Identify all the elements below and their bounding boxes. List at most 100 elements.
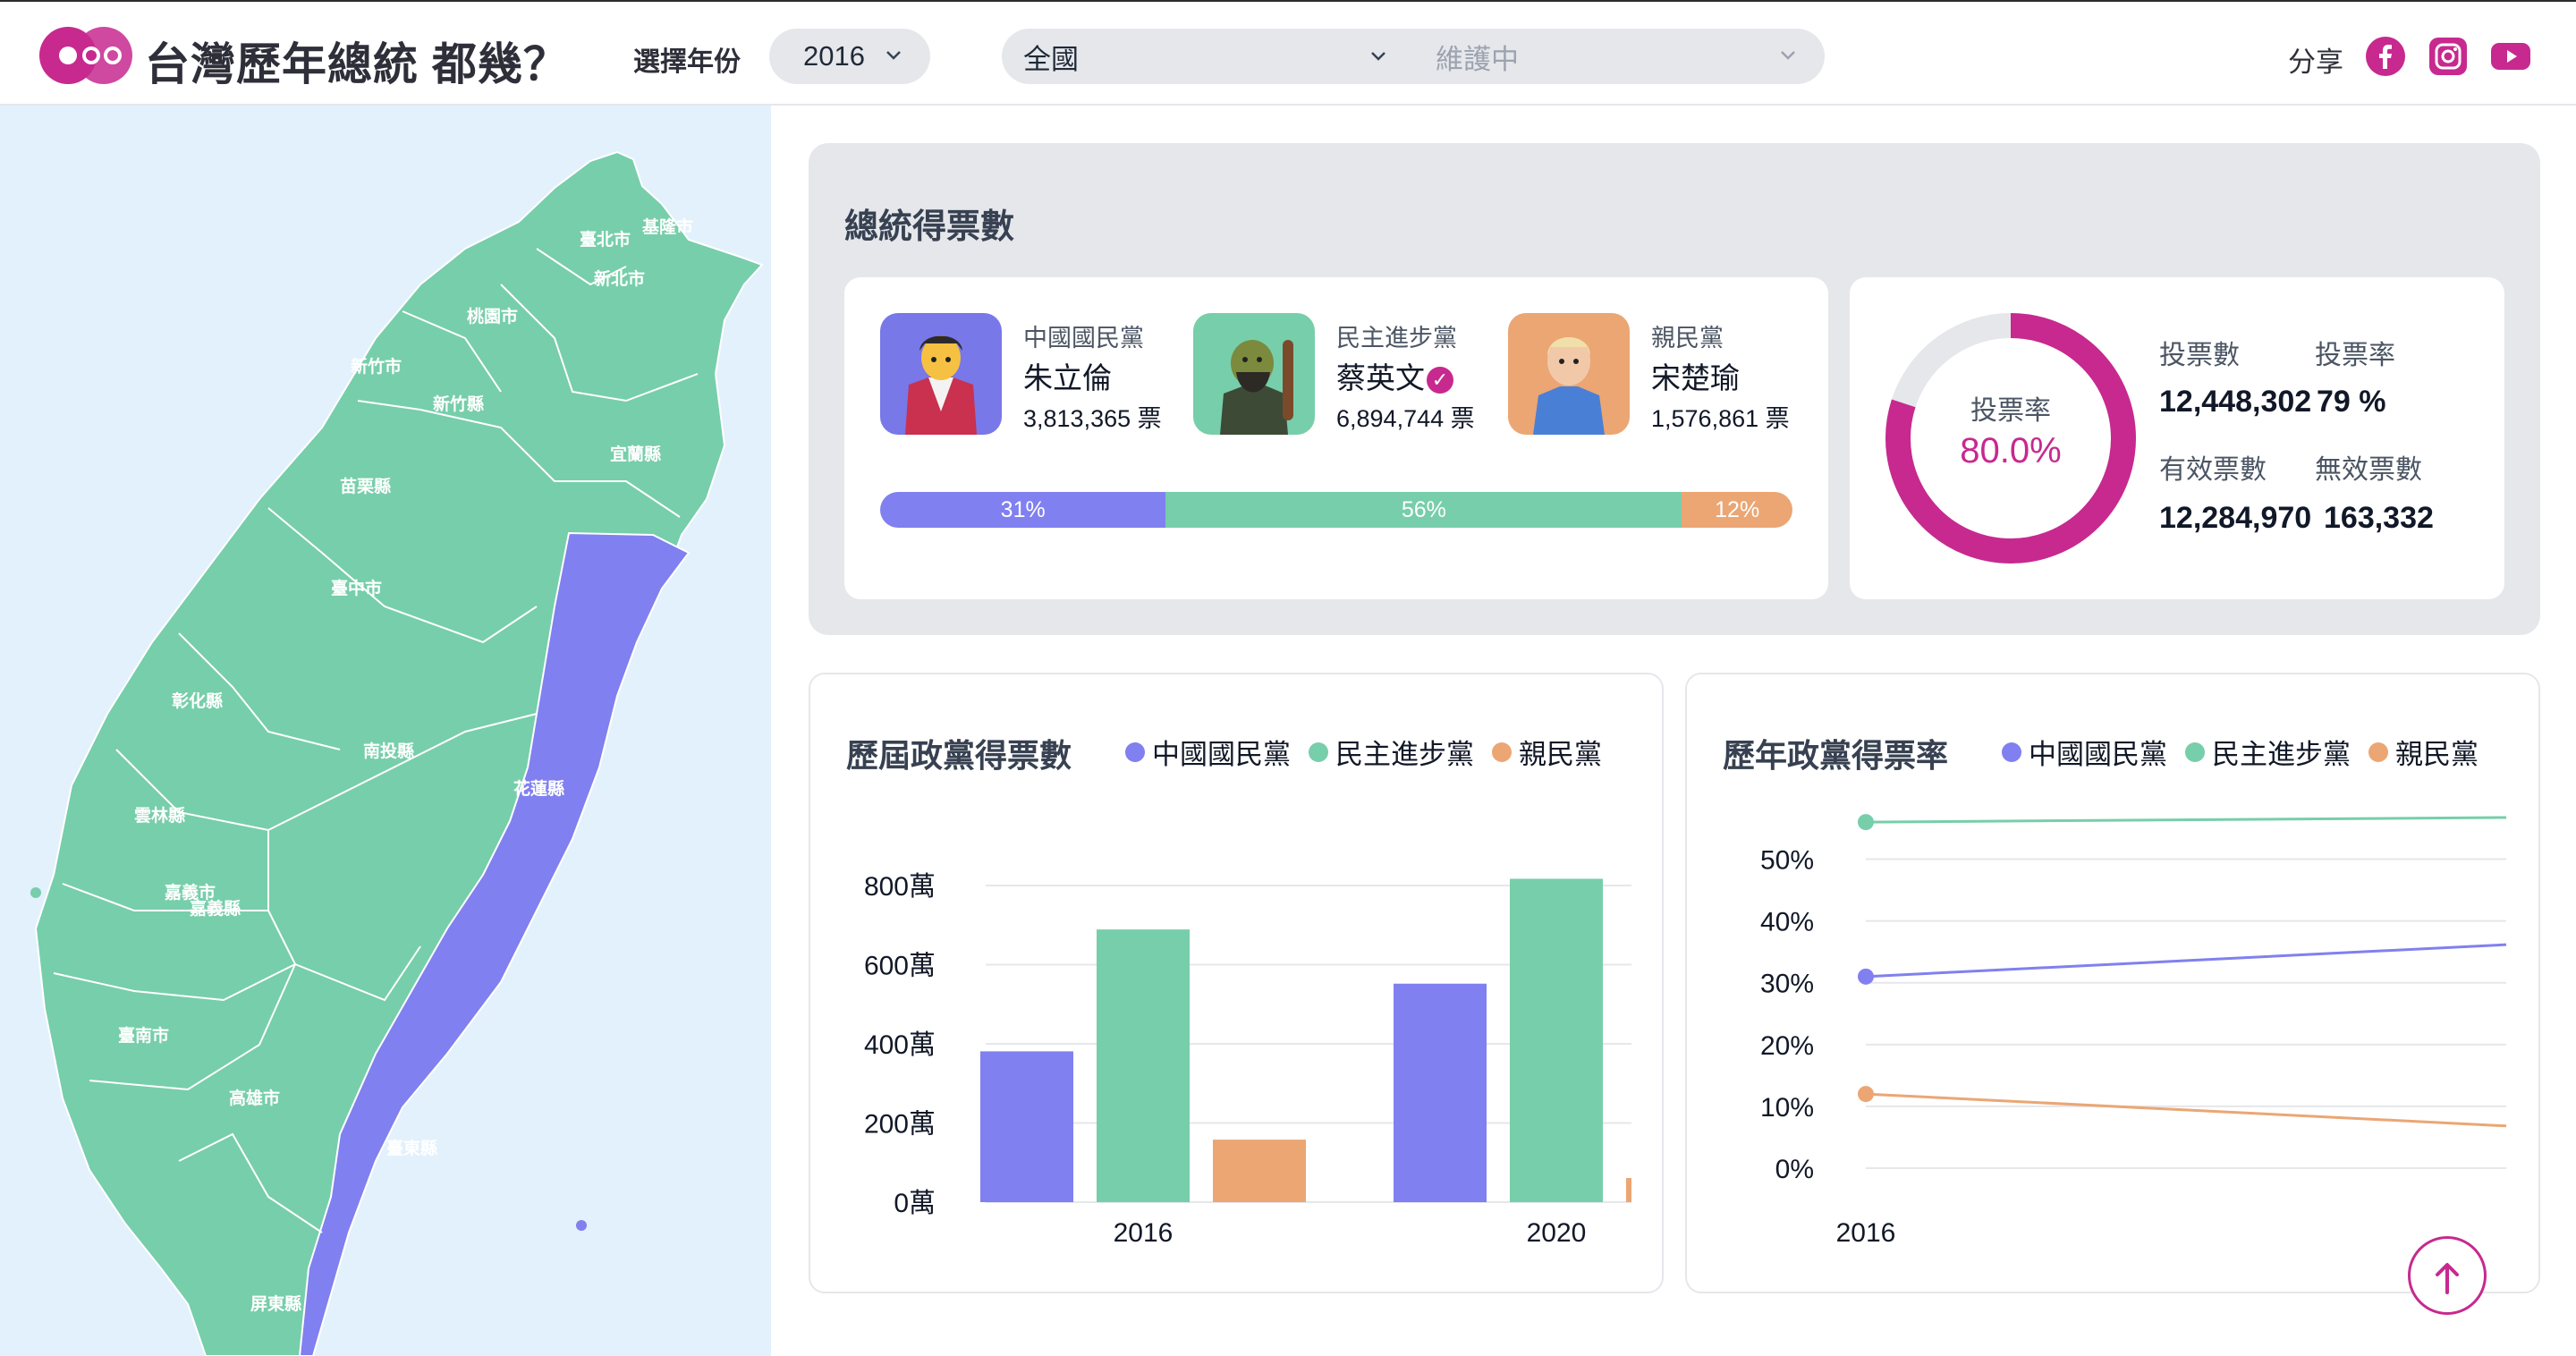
candidate-avatar [1508, 313, 1630, 435]
map-label: 高雄市 [229, 1088, 280, 1108]
subregion-select-placeholder[interactable]: 維護中 [1436, 37, 1519, 77]
map-label: 基隆市 [641, 216, 693, 237]
site-title: 台灣歷年總統 都幾？ [145, 39, 569, 89]
y-tick-label: 0% [1775, 1155, 1814, 1184]
map-label: 南投縣 [363, 741, 414, 761]
bar [1626, 1178, 1631, 1202]
year-select[interactable]: 2016 [769, 29, 930, 84]
bar [1510, 878, 1603, 1202]
vote-share-segment: 31% [880, 492, 1166, 528]
y-tick-label: 400萬 [864, 1030, 936, 1060]
facebook-icon[interactable] [2365, 36, 2406, 77]
map-label: 新北市 [594, 268, 645, 289]
candidate-avatar [880, 313, 1002, 435]
turnout-donut-label: 投票率 [1970, 396, 2051, 426]
candidate-card[interactable]: 親民黨 宋楚瑜 1,576,861 票 [1508, 313, 1821, 438]
candidate-party: 中國國民黨 [1023, 325, 1144, 352]
map-label: 臺北市 [580, 229, 631, 250]
candidate-avatar [1193, 313, 1315, 435]
winner-check-icon: ✓ [1427, 367, 1453, 394]
map-label: 新竹市 [351, 356, 402, 377]
year-label: 選擇年份 [633, 47, 741, 77]
summary-panel: 總統得票數 中國國民黨 朱立倫 3,813,365 票 民主進步黨 蔡英文 ✓ … [809, 143, 2540, 635]
chevron-down-icon [1371, 52, 1385, 61]
taiwan-map: 基隆市 臺北市 新北市 桃園市 新竹市 新竹縣 宜蘭縣 苗栗縣 臺中市 彰化縣 … [0, 106, 771, 1356]
header: 台灣歷年總統 都幾？ 選擇年份 2016 全國 維護中 分享 [0, 0, 2576, 106]
share-label: 分享 [2288, 47, 2343, 78]
bar [1213, 1140, 1306, 1202]
map-label: 苗栗縣 [340, 477, 391, 496]
site-logo[interactable] [38, 25, 134, 86]
scroll-to-top-button[interactable] [2408, 1236, 2487, 1315]
map-label: 桃園市 [467, 306, 518, 326]
candidate-name: 宋楚瑜 [1651, 361, 1740, 394]
turnout-rate-value: 79 % [2317, 385, 2386, 419]
instagram-icon[interactable] [2428, 36, 2469, 77]
bar [1394, 983, 1487, 1202]
candidate-votes: 1,576,861 票 [1651, 405, 1790, 432]
map-label: 嘉義縣 [189, 898, 241, 919]
series-line [1865, 943, 2507, 979]
arrow-up-icon [2436, 1263, 2459, 1294]
invalid-votes-value: 163,332 [2324, 501, 2434, 535]
invalid-votes-label: 無效票數 [2315, 455, 2422, 485]
map-island-penghu [30, 887, 41, 898]
y-tick-label: 40% [1760, 908, 1814, 937]
y-tick-label: 50% [1760, 846, 1814, 876]
candidate-name-row: 蔡英文 ✓ [1336, 354, 1453, 397]
valid-votes-value: 12,284,970 [2159, 501, 2312, 535]
data-point [1858, 968, 1874, 985]
data-point [1858, 1086, 1874, 1103]
turnout-card: 投票率 80.0% 投票數 投票率 12,448,302 79 % 有效票數 無… [1850, 277, 2504, 599]
map-label: 新竹縣 [433, 394, 484, 414]
taiwan-map-svg: 基隆市 臺北市 新北市 桃園市 新竹市 新竹縣 宜蘭縣 苗栗縣 臺中市 彰化縣 … [30, 150, 764, 1356]
youtube-icon[interactable] [2490, 36, 2531, 77]
candidate-card[interactable]: 民主進步黨 蔡英文 ✓ 6,894,744 票 [1193, 313, 1506, 438]
votes-cast-label: 投票數 [2159, 341, 2240, 370]
vote-share-segment: 12% [1682, 492, 1792, 528]
turnout-donut-value: 80.0% [1960, 431, 2062, 470]
bar [1097, 929, 1190, 1202]
candidate-votes: 3,813,365 票 [1023, 405, 1162, 432]
x-tick-label: 2016 [1114, 1218, 1174, 1248]
vote-share-bar: 31% 56% 12% [880, 492, 1792, 528]
votes-cast-value: 12,448,302 [2159, 385, 2312, 419]
map-island-lanyu [576, 1220, 587, 1231]
series-line [1865, 1092, 2507, 1128]
map-label: 花蓮縣 [513, 778, 564, 799]
rate-history-card: 歷年政黨得票率 中國國民黨 民主進步黨 親民黨 0% 10% 20% 30% 40% 50… [1685, 673, 2540, 1293]
y-tick-label: 0萬 [894, 1189, 936, 1218]
x-tick-label: 2020 [1527, 1218, 1587, 1248]
candidate-party: 親民黨 [1651, 325, 1724, 352]
votes-bar-chart: 0萬 200萬 400萬 600萬 800萬 2016 2020 [864, 872, 1631, 1248]
map-label: 雲林縣 [134, 805, 185, 826]
y-tick-label: 20% [1760, 1031, 1814, 1061]
summary-title: 總統得票數 [844, 208, 1015, 246]
y-tick-label: 200萬 [864, 1110, 936, 1140]
valid-votes-label: 有效票數 [2159, 455, 2267, 485]
x-tick-label: 2016 [1836, 1218, 1896, 1248]
turnout-rate-label: 投票率 [2315, 341, 2395, 370]
candidates-card: 中國國民黨 朱立倫 3,813,365 票 民主進步黨 蔡英文 ✓ 6,894,7… [844, 277, 1828, 599]
candidate-name: 蔡英文 [1336, 361, 1425, 394]
candidate-card[interactable]: 中國國民黨 朱立倫 3,813,365 票 [880, 313, 1193, 438]
candidate-party: 民主進步黨 [1336, 325, 1457, 352]
map-label: 彰化縣 [172, 691, 223, 711]
bar [980, 1051, 1073, 1202]
data-point [1858, 814, 1874, 831]
rate-line-chart: 0% 10% 20% 30% 40% 50% 2016 [1760, 814, 2507, 1248]
series-line [1865, 816, 2507, 824]
map-label: 臺中市 [331, 578, 382, 598]
map-label: 臺南市 [118, 1025, 169, 1046]
region-select[interactable]: 全國 維護中 [1002, 29, 1825, 84]
y-tick-label: 10% [1760, 1093, 1814, 1123]
region-select-value: 全國 [1023, 43, 1079, 75]
y-tick-label: 800萬 [864, 872, 936, 902]
y-tick-label: 600萬 [864, 952, 936, 981]
votes-history-card: 歷屆政黨得票數 中國國民黨 民主進步黨 親民黨 0萬 200萬 400萬 600萬 80… [809, 673, 1664, 1293]
year-select-value: 2016 [803, 40, 865, 72]
chevron-down-icon [1781, 51, 1795, 60]
candidate-votes: 6,894,744 票 [1336, 405, 1475, 432]
candidate-name: 朱立倫 [1023, 361, 1112, 394]
map-label: 屏東縣 [250, 1293, 301, 1314]
